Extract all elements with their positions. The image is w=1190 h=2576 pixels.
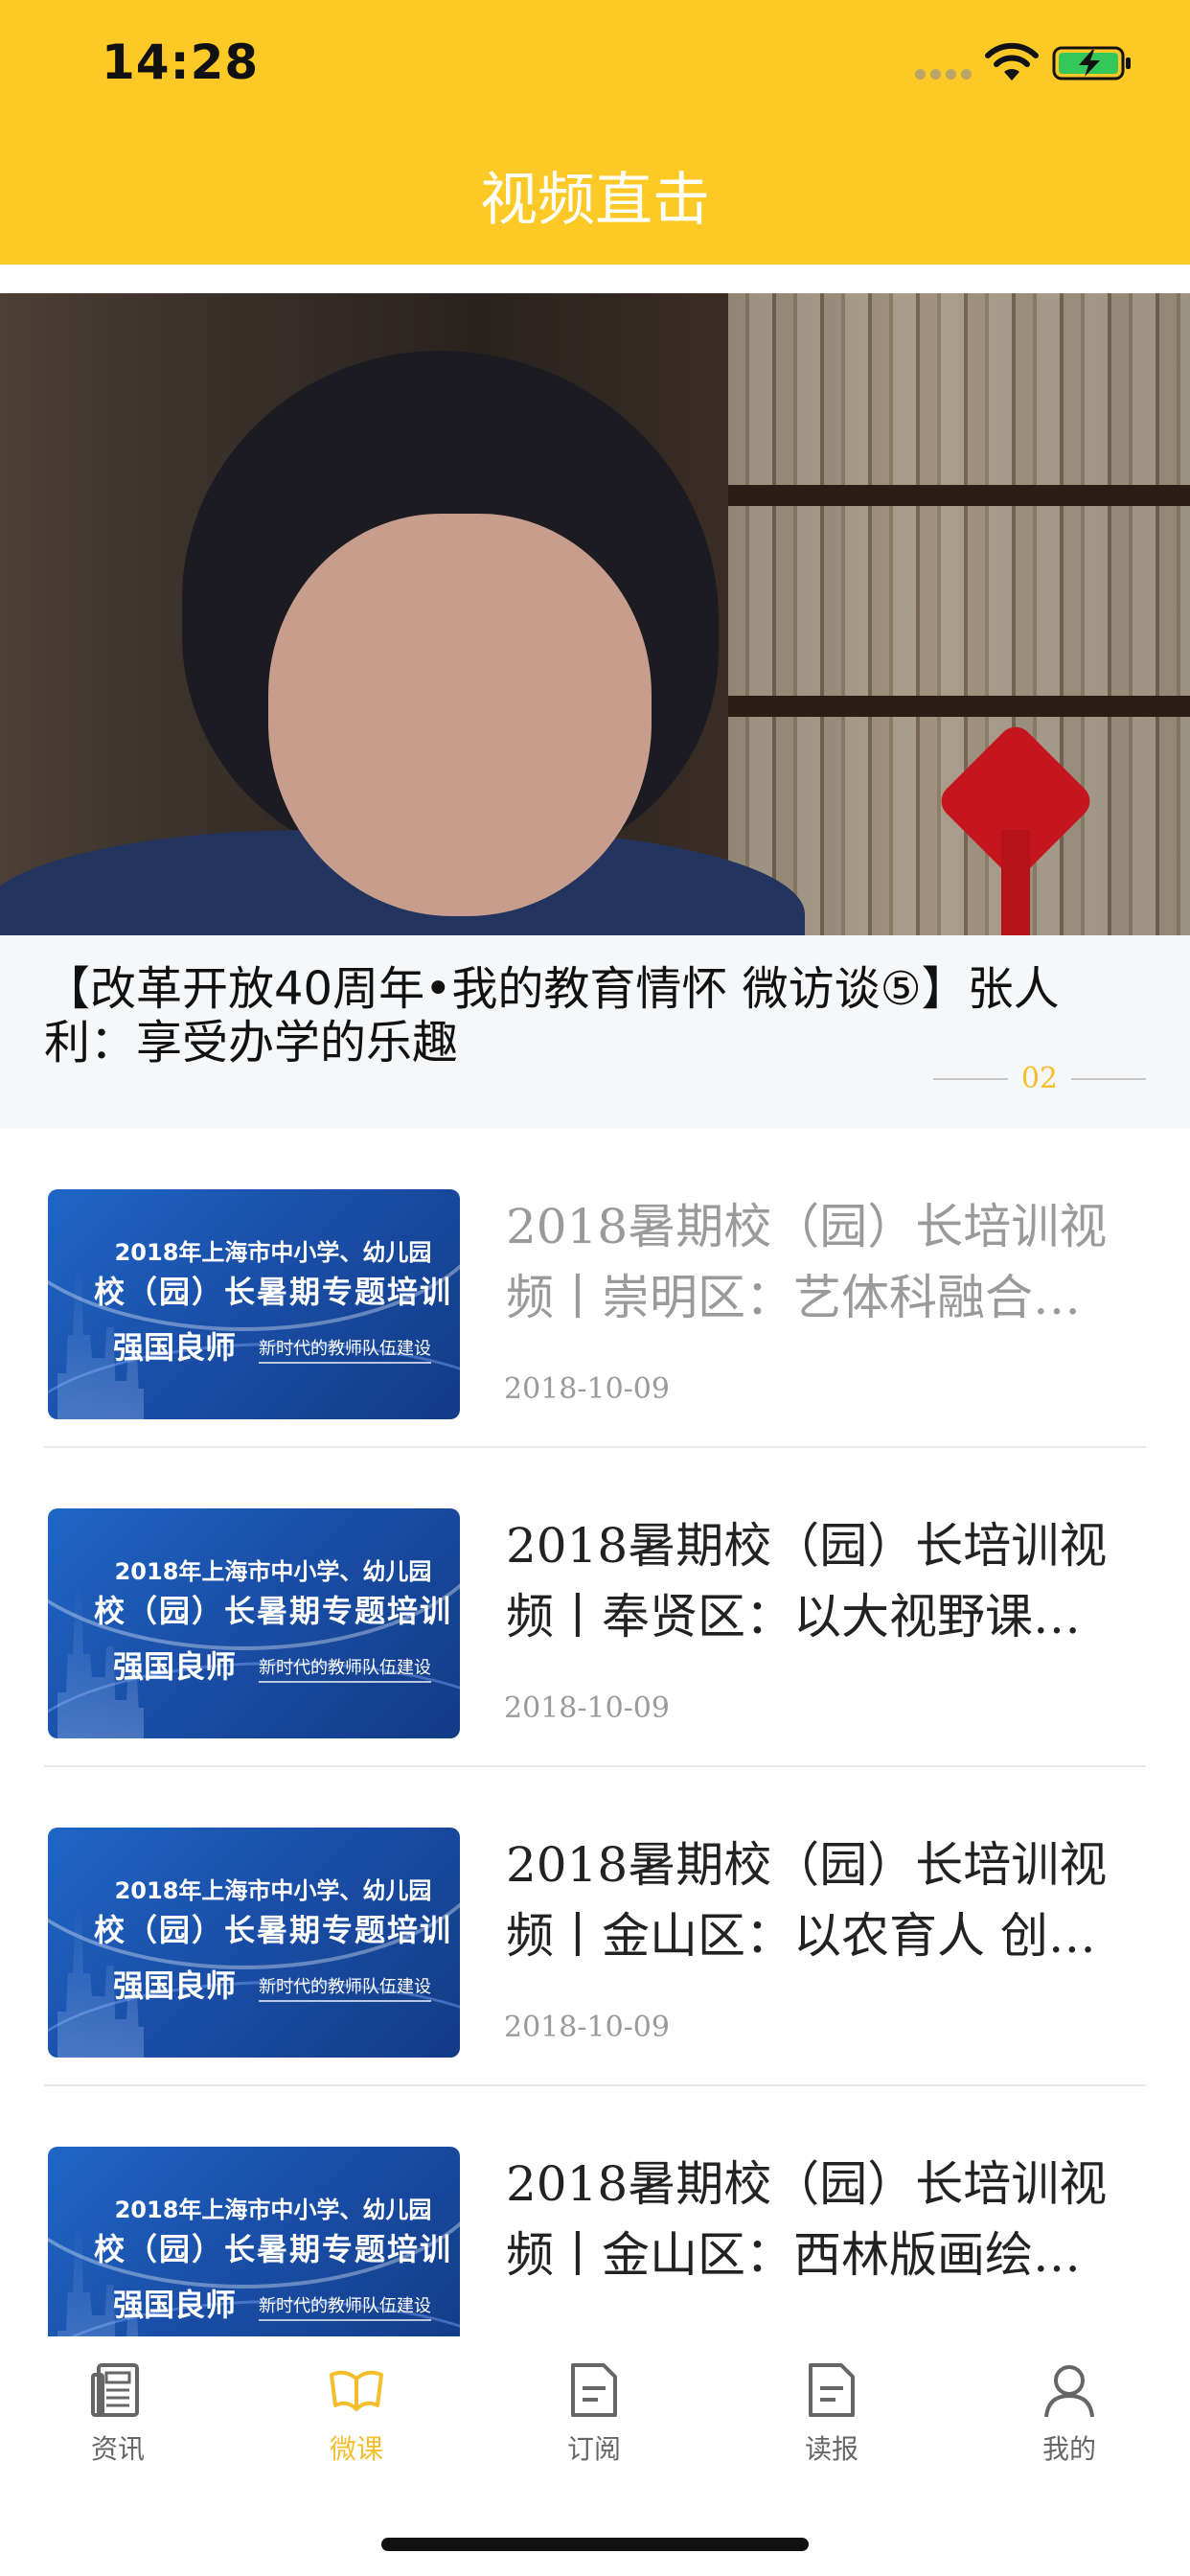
thumbnail-tagline: 新时代的教师队伍建设 — [259, 1973, 431, 2002]
tab-label: 订阅 — [566, 2433, 621, 2465]
tab-label: 资讯 — [90, 2433, 145, 2465]
person-icon — [1044, 2365, 1094, 2418]
carousel-page-number: 02 — [1020, 1062, 1058, 1095]
video-thumbnail: 2018年上海市中小学、幼儿园 校（园）长暑期专题培训 强国良师 新时代的教师队… — [48, 1508, 460, 1738]
thumbnail-subtitle: 2018年上海市中小学、幼儿园 — [114, 2196, 432, 2223]
thumbnail-tagline: 新时代的教师队伍建设 — [259, 1654, 431, 1683]
thumbnail-tagline: 新时代的教师队伍建设 — [259, 1335, 431, 1364]
list-item[interactable]: 2018年上海市中小学、幼儿园 校（园）长暑期专题培训 强国良师 新时代的教师队… — [0, 2086, 1190, 2336]
list-item[interactable]: 2018年上海市中小学、幼儿园 校（园）长暑期专题培训 强国良师 新时代的教师队… — [0, 1767, 1190, 2086]
tab-read-paper[interactable]: 读报 — [765, 2359, 899, 2467]
thumbnail-title: 校（园）长暑期专题培训 — [93, 2231, 452, 2267]
newspaper-icon — [91, 2363, 139, 2417]
thumbnail-title: 校（园）长暑期专题培训 — [93, 1274, 452, 1310]
thumbnail-slogan: 强国良师 — [113, 1329, 237, 1366]
thumbnail-tagline: 新时代的教师队伍建设 — [259, 2292, 431, 2321]
tab-news[interactable]: 资讯 — [51, 2359, 185, 2467]
tab-label: 我的 — [1041, 2433, 1096, 2465]
item-title: 2018暑期校（园）长培训视 频丨金山区：以农育人 创… — [506, 1837, 1108, 1964]
page-title: 视频直击 — [480, 167, 710, 234]
carousel-pager: 02 — [932, 1062, 1146, 1095]
signal-icon — [915, 69, 972, 80]
tab-label: 微课 — [329, 2433, 383, 2465]
thumbnail-title: 校（园）长暑期专题培训 — [93, 1593, 452, 1629]
video-thumbnail: 2018年上海市中小学、幼儿园 校（园）长暑期专题培训 强国良师 新时代的教师队… — [48, 2147, 460, 2336]
item-title: 2018暑期校（园）长培训视 频丨崇明区：艺体科融合… — [506, 1199, 1108, 1325]
video-list: 2018年上海市中小学、幼儿园 校（园）长暑期专题培训 强国良师 新时代的教师队… — [0, 1129, 1190, 2336]
document-icon — [571, 2363, 617, 2417]
video-thumbnail: 2018年上海市中小学、幼儿园 校（园）长暑期专题培训 强国良师 新时代的教师队… — [48, 1189, 460, 1419]
battery-charging-icon — [1052, 46, 1131, 80]
thumbnail-subtitle: 2018年上海市中小学、幼儿园 — [114, 1877, 432, 1904]
item-date: 2018-10-09 — [504, 1372, 670, 1406]
thumbnail-subtitle: 2018年上海市中小学、幼儿园 — [114, 1558, 432, 1585]
home-indicator[interactable] — [381, 2538, 809, 2551]
document-icon — [809, 2363, 855, 2417]
status-time: 14:28 — [102, 34, 260, 90]
item-date: 2018-10-09 — [504, 2011, 670, 2044]
list-item[interactable]: 2018年上海市中小学、幼儿园 校（园）长暑期专题培训 强国良师 新时代的教师队… — [0, 1129, 1190, 1448]
featured-video-image[interactable] — [0, 293, 1190, 935]
thumbnail-slogan: 强国良师 — [113, 1648, 237, 1685]
app-header: 14:28 视频直击 — [0, 0, 1190, 264]
thumbnail-slogan: 强国良师 — [113, 2287, 237, 2323]
item-title: 2018暑期校（园）长培训视 频丨金山区：西林版画绘… — [506, 2156, 1108, 2283]
thumbnail-slogan: 强国良师 — [113, 1967, 237, 2004]
open-book-icon — [330, 2370, 383, 2411]
thumbnail-subtitle: 2018年上海市中小学、幼儿园 — [114, 1239, 432, 1266]
featured-title[interactable]: 【改革开放40周年•我的教育情怀 微访谈⑤】张人利：享受办学的乐趣 — [44, 962, 1146, 1070]
thumbnail-title: 校（园）长暑期专题培训 — [93, 1912, 452, 1948]
video-thumbnail: 2018年上海市中小学、幼儿园 校（园）长暑期专题培训 强国良师 新时代的教师队… — [48, 1828, 460, 2058]
item-date: 2018-10-09 — [504, 1691, 670, 1725]
list-item[interactable]: 2018年上海市中小学、幼儿园 校（园）长暑期专题培训 强国良师 新时代的教师队… — [0, 1448, 1190, 1767]
tab-label: 读报 — [804, 2433, 858, 2465]
tab-profile[interactable]: 我的 — [1002, 2359, 1136, 2467]
tab-microcourse[interactable]: 微课 — [289, 2359, 423, 2467]
item-title: 2018暑期校（园）长培训视 频丨奉贤区：以大视野课… — [506, 1518, 1108, 1644]
tab-subscribe[interactable]: 订阅 — [527, 2359, 661, 2467]
wifi-icon — [985, 42, 1039, 80]
